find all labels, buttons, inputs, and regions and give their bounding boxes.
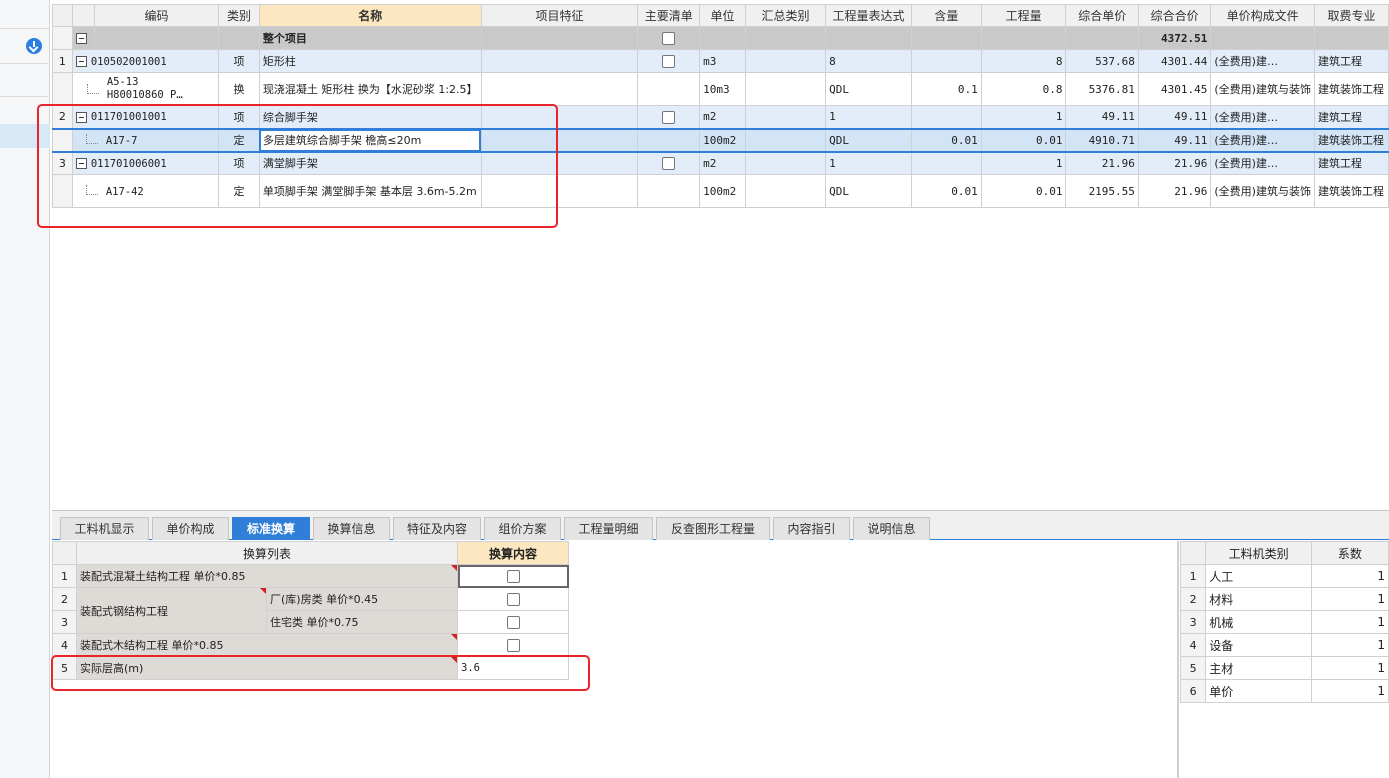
tab-description[interactable]: 说明信息: [853, 517, 930, 540]
col-header-index: [52, 4, 73, 27]
root-name: 整个项目: [258, 26, 482, 50]
col-header-price-file[interactable]: 单价构成文件: [1210, 4, 1315, 27]
col-header-summary-type[interactable]: 汇总类别: [744, 4, 827, 27]
col-header-unit[interactable]: 单位: [699, 4, 746, 27]
col-header-tree: [71, 4, 95, 27]
table-row[interactable]: 1 装配式混凝土结构工程 单价*0.85: [52, 564, 569, 588]
coefficient-header: 工料机类别 系数: [1179, 541, 1389, 565]
floor-height-input[interactable]: 3.6: [457, 656, 569, 680]
main-grid-header: 编码 类别 名称 项目特征 主要清单 单位 汇总类别 工程量表达式 含量 工程量…: [52, 4, 1389, 27]
tab-feature-content[interactable]: 特征及内容: [393, 517, 481, 540]
col-header-qty[interactable]: 工程量: [980, 4, 1067, 27]
table-row[interactable]: 6 单价 1: [1179, 679, 1389, 703]
tab-standard-conversion[interactable]: 标准换算: [232, 517, 310, 540]
header-conversion-content: 换算内容: [457, 541, 569, 565]
table-row[interactable]: 1 010502001001 项 矩形柱 m3 8 8 537.68 4301.…: [52, 49, 1389, 73]
left-strip: [0, 0, 50, 778]
app-window: 编码 类别 名称 项目特征 主要清单 单位 汇总类别 工程量表达式 含量 工程量…: [0, 0, 1389, 778]
collapse-icon[interactable]: [75, 111, 87, 123]
conversion-checkbox[interactable]: [506, 638, 520, 652]
table-row[interactable]: 5 实际层高(m) 3.6: [52, 656, 569, 680]
col-header-type[interactable]: 类别: [218, 4, 260, 27]
name-cell-editing[interactable]: 多层建筑综合脚手架 檐高≤20m: [258, 127, 482, 153]
conversion-checkbox[interactable]: [506, 615, 520, 629]
table-row[interactable]: 2 材料 1: [1179, 587, 1389, 611]
root-total: 4372.51: [1137, 26, 1212, 50]
col-header-main-list[interactable]: 主要清单: [637, 4, 701, 27]
table-row[interactable]: 4 装配式木结构工程 单价*0.85: [52, 633, 569, 657]
table-row[interactable]: A17-42 定 单项脚手架 满堂脚手架 基本层 3.6m-5.2m 100m2…: [52, 174, 1389, 208]
collapse-icon[interactable]: [75, 33, 87, 44]
collapse-icon[interactable]: [75, 158, 87, 170]
tab-reverse-graphic-qty[interactable]: 反查图形工程量: [656, 517, 770, 540]
conversion-checkbox[interactable]: [506, 592, 520, 606]
coefficient-table: 工料机类别 系数 1 人工 1 2 材料 1 3 机械 1 4 设备 1 5 主…: [1179, 541, 1389, 703]
left-divider: [0, 96, 50, 97]
main-list-checkbox[interactable]: [662, 31, 676, 45]
header-material-type: 工料机类别: [1205, 541, 1312, 565]
col-header-fee-type[interactable]: 取费专业: [1313, 4, 1389, 27]
col-header-total-price[interactable]: 综合合价: [1137, 4, 1212, 27]
table-row[interactable]: 3 机械 1: [1179, 610, 1389, 634]
table-row-root[interactable]: 整个项目 4372.51: [52, 26, 1389, 50]
col-header-qty-expr[interactable]: 工程量表达式: [825, 4, 912, 27]
left-divider: [0, 28, 50, 29]
table-row-selected[interactable]: A17-7 定 多层建筑综合脚手架 檐高≤20m 100m2 QDL 0.01 …: [52, 127, 1389, 153]
detail-tabbar: 工料机显示 单价构成 标准换算 换算信息 特征及内容 组价方案 工程量明细 反查…: [52, 510, 1389, 540]
table-row[interactable]: 2 装配式钢结构工程 厂(库)房类 单价*0.45: [52, 587, 569, 634]
left-selected-item[interactable]: [0, 124, 50, 148]
tab-content-guide[interactable]: 内容指引: [773, 517, 850, 540]
table-row[interactable]: 2 011701001001 项 综合脚手架 m2 1 1 49.11 49.1…: [52, 105, 1389, 129]
tab-material-display[interactable]: 工料机显示: [60, 517, 149, 540]
main-list-checkbox[interactable]: [662, 157, 676, 170]
tab-quantity-detail[interactable]: 工程量明细: [564, 517, 653, 540]
tab-conversion-info[interactable]: 换算信息: [313, 517, 390, 540]
header-conversion-list: 换算列表: [76, 541, 458, 565]
conversion-panel: 换算列表 换算内容 1 装配式混凝土结构工程 单价*0.85 2 装配式钢结构工…: [52, 541, 1176, 778]
main-list-checkbox[interactable]: [662, 110, 676, 124]
download-icon[interactable]: [26, 38, 42, 54]
table-row[interactable]: 4 设备 1: [1179, 633, 1389, 657]
header-coefficient: 系数: [1310, 541, 1389, 565]
col-header-unit-price[interactable]: 综合单价: [1065, 4, 1139, 27]
tab-price-composition[interactable]: 单价构成: [152, 517, 229, 540]
table-row[interactable]: 5 主材 1: [1179, 656, 1389, 680]
col-header-amount[interactable]: 含量: [910, 4, 982, 27]
conversion-checkbox[interactable]: [506, 569, 520, 583]
main-grid: 编码 类别 名称 项目特征 主要清单 单位 汇总类别 工程量表达式 含量 工程量…: [52, 4, 1389, 208]
tab-pricing-plan[interactable]: 组价方案: [484, 517, 561, 540]
conversion-table: 换算列表 换算内容 1 装配式混凝土结构工程 单价*0.85 2 装配式钢结构工…: [52, 541, 569, 680]
main-list-checkbox[interactable]: [662, 54, 676, 68]
left-divider: [0, 63, 50, 64]
table-row[interactable]: 3 011701006001 项 满堂脚手架 m2 1 1 21.96 21.9…: [52, 151, 1389, 175]
col-header-feature[interactable]: 项目特征: [480, 4, 639, 27]
table-row[interactable]: A5-13 H80010860 P… 换 现浇混凝土 矩形柱 换为【水泥砂浆 1…: [52, 72, 1389, 106]
panel-splitter[interactable]: [1177, 541, 1179, 778]
col-header-code[interactable]: 编码: [93, 4, 220, 27]
conversion-header: 换算列表 换算内容: [52, 541, 569, 565]
main-grid-area: 编码 类别 名称 项目特征 主要清单 单位 汇总类别 工程量表达式 含量 工程量…: [52, 4, 1389, 509]
table-row[interactable]: 1 人工 1: [1179, 564, 1389, 588]
col-header-name[interactable]: 名称: [258, 4, 482, 27]
collapse-icon[interactable]: [75, 56, 87, 67]
coefficient-panel: 工料机类别 系数 1 人工 1 2 材料 1 3 机械 1 4 设备 1 5 主…: [1179, 541, 1389, 778]
